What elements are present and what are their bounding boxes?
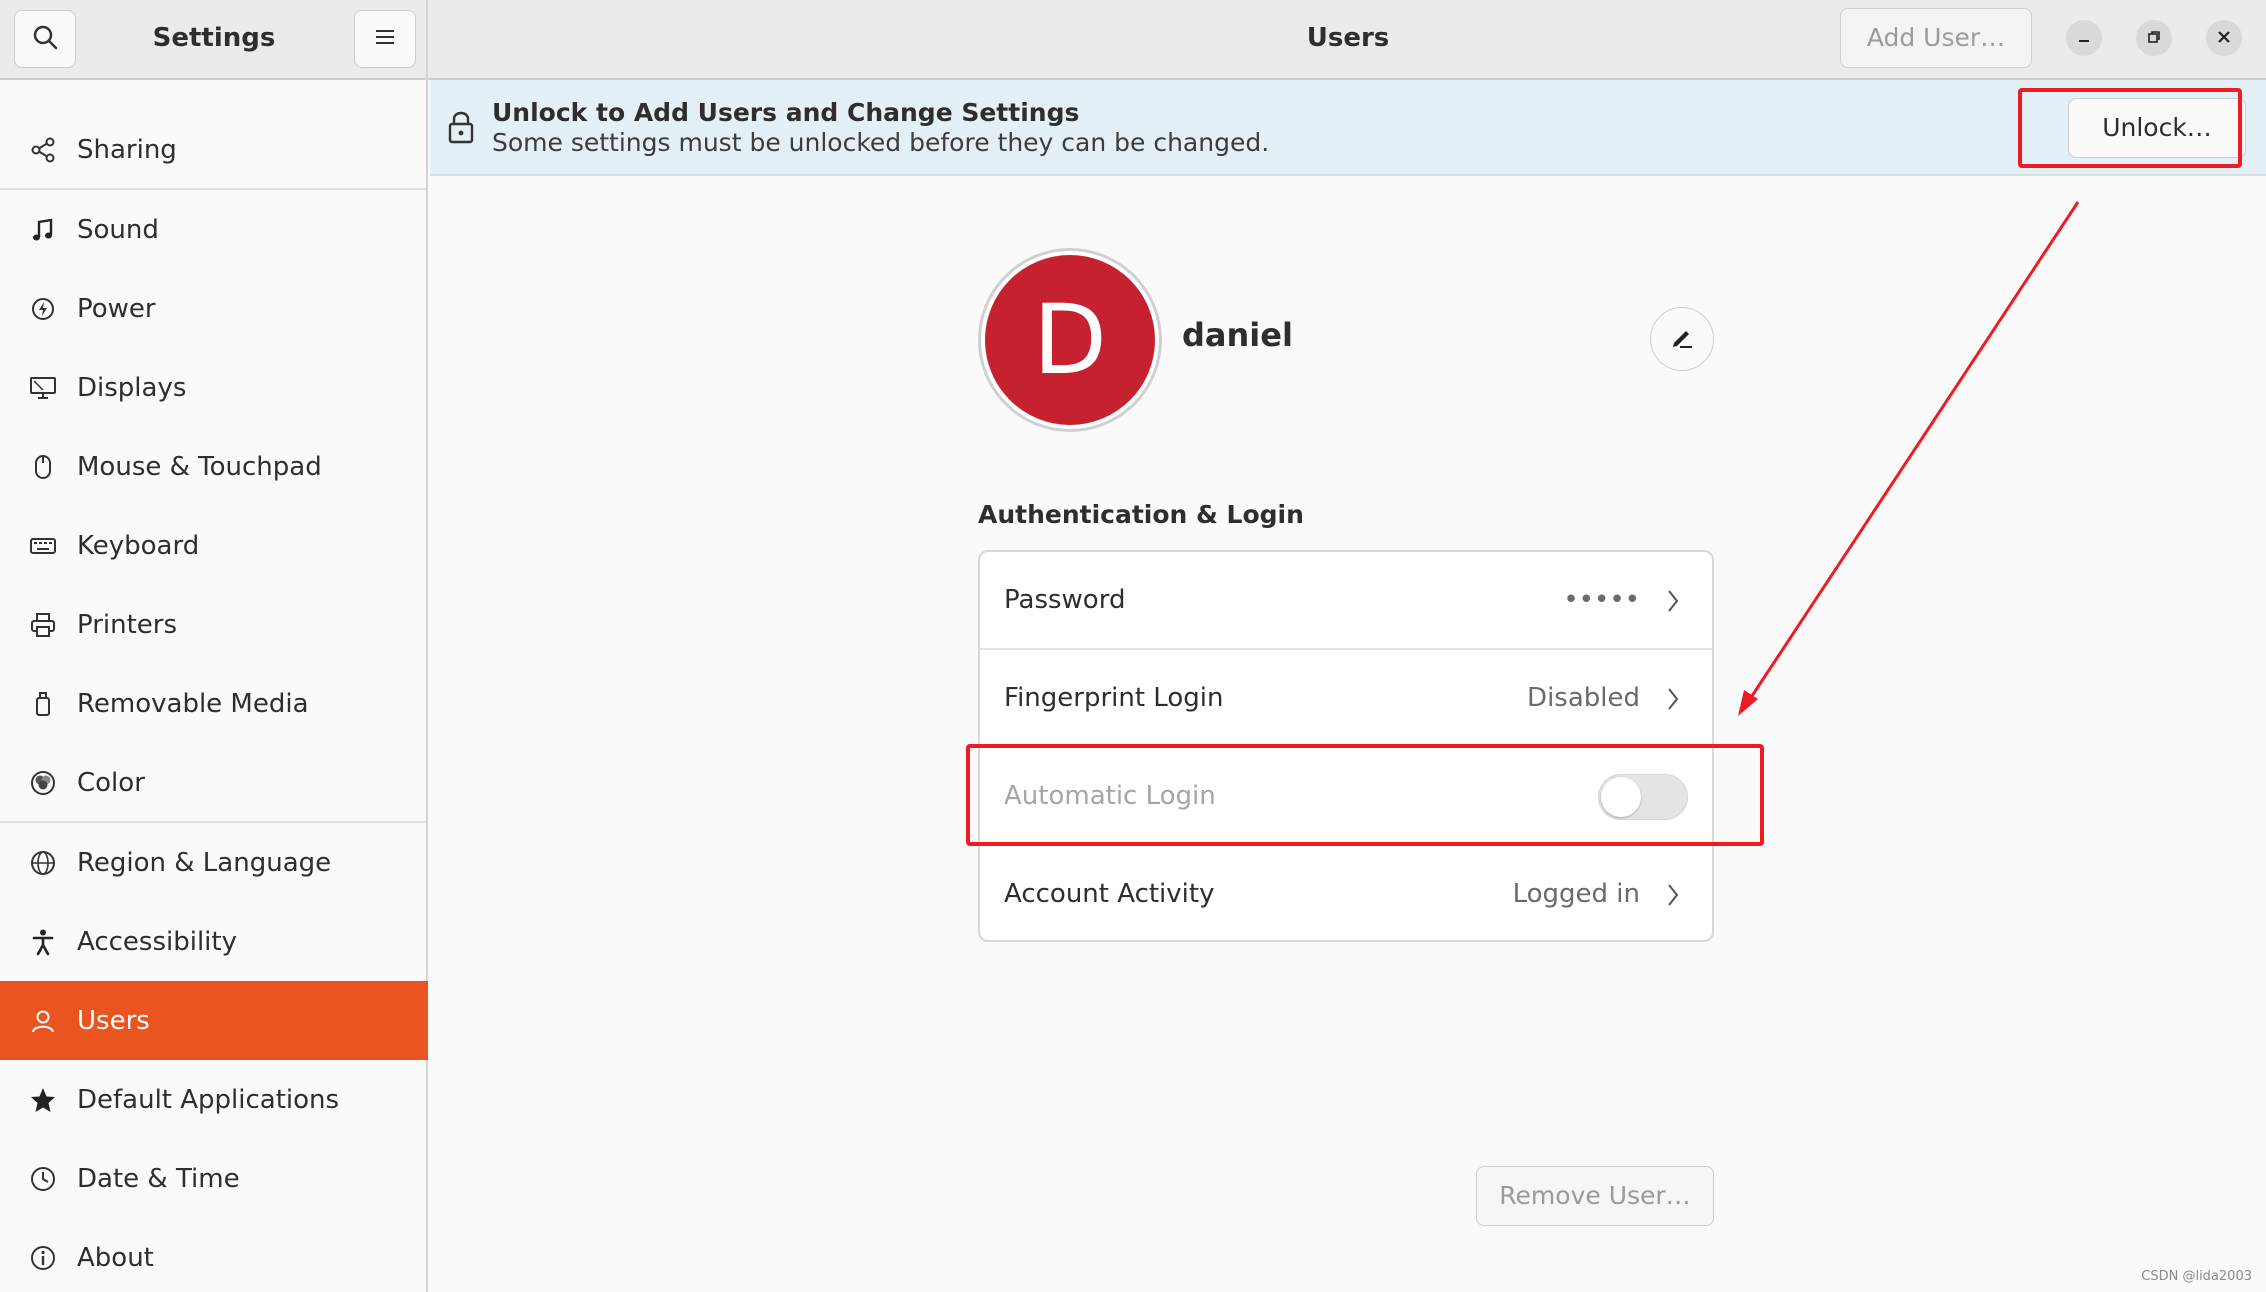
- sidebar-item-label: Mouse & Touchpad: [77, 451, 322, 482]
- restore-button[interactable]: [2136, 20, 2172, 56]
- watermark: CSDN @lida2003: [2141, 1269, 2252, 1284]
- minimize-icon: [2077, 29, 2091, 48]
- section-title: Authentication & Login: [978, 500, 1304, 529]
- share-icon: [26, 133, 60, 167]
- sidebar-item-sound[interactable]: Sound: [0, 190, 428, 269]
- sidebar-item-label: Accessibility: [77, 926, 237, 957]
- search-icon: [31, 23, 59, 55]
- sidebar-item-removable-media[interactable]: Removable Media: [0, 664, 428, 743]
- unlock-banner: Unlock to Add Users and Change Settings …: [430, 80, 2266, 176]
- lock-icon: [446, 108, 476, 148]
- account-activity-row[interactable]: Account Activity Logged in: [980, 846, 1712, 940]
- close-icon: [2217, 29, 2231, 48]
- minimize-button[interactable]: [2066, 20, 2102, 56]
- chevron-right-icon: [1666, 588, 1680, 614]
- sidebar-item-default-applications[interactable]: Default Applications: [0, 1060, 428, 1139]
- sidebar-item-label: About: [77, 1242, 154, 1273]
- sidebar-item-mouse-touchpad[interactable]: Mouse & Touchpad: [0, 427, 428, 506]
- display-icon: [26, 371, 60, 405]
- mouse-icon: [26, 450, 60, 484]
- sidebar-item-label: Users: [77, 1005, 150, 1036]
- globe-icon: [26, 846, 60, 880]
- sidebar-item-power[interactable]: Power: [0, 269, 428, 348]
- edit-pencil-icon: [1668, 323, 1696, 355]
- sidebar-item-label: Default Applications: [77, 1084, 340, 1115]
- chevron-right-icon: [1666, 686, 1680, 712]
- sidebar-item-label: Sharing: [77, 134, 177, 165]
- sidebar-item-label: Date & Time: [77, 1163, 240, 1194]
- sidebar-item-label: Keyboard: [77, 530, 200, 561]
- sidebar-item-color[interactable]: Color: [0, 743, 428, 822]
- keyboard-icon: [26, 529, 60, 563]
- sidebar-item-accessibility[interactable]: Accessibility: [0, 902, 428, 981]
- sidebar-item-label: Power: [77, 293, 156, 324]
- sidebar-item-label: Printers: [77, 609, 178, 640]
- sidebar-item-keyboard[interactable]: Keyboard: [0, 506, 428, 585]
- hamburger-menu-icon: [374, 27, 396, 51]
- row-label: Account Activity: [1004, 879, 1215, 909]
- sidebar-item-label: Region & Language: [77, 847, 332, 878]
- restore-icon: [2147, 29, 2161, 48]
- password-row[interactable]: Password •••••: [980, 552, 1712, 650]
- avatar-letter: D: [985, 255, 1155, 425]
- sidebar-item-displays[interactable]: Displays: [0, 348, 428, 427]
- users-panel: Unlock to Add Users and Change Settings …: [430, 80, 2266, 1292]
- star-icon: [26, 1083, 60, 1117]
- sidebar-header: Settings: [0, 0, 428, 80]
- row-value: Disabled: [1527, 683, 1640, 713]
- sidebar-item-label: Removable Media: [77, 688, 309, 719]
- sidebar: Sharing Sound Power Displays Mouse & Tou…: [0, 80, 428, 1292]
- info-icon: [26, 1241, 60, 1275]
- edit-name-button[interactable]: [1650, 307, 1714, 371]
- sidebar-item-region-language[interactable]: Region & Language: [0, 823, 428, 902]
- search-button[interactable]: [14, 10, 76, 68]
- avatar[interactable]: D: [978, 248, 1162, 432]
- sidebar-item-label: Displays: [77, 372, 187, 403]
- users-icon: [26, 1004, 60, 1038]
- row-label: Fingerprint Login: [1004, 683, 1224, 713]
- sidebar-item-date-time[interactable]: Date & Time: [0, 1139, 428, 1218]
- clock-icon: [26, 1162, 60, 1196]
- remove-user-button[interactable]: Remove User…: [1476, 1166, 1714, 1226]
- chevron-right-icon: [1666, 882, 1680, 908]
- sidebar-item-printers[interactable]: Printers: [0, 585, 428, 664]
- printer-icon: [26, 608, 60, 642]
- sidebar-item-about[interactable]: About: [0, 1218, 428, 1292]
- annotation-box-unlock: [2018, 88, 2242, 168]
- color-icon: [26, 766, 60, 800]
- menu-button[interactable]: [354, 10, 416, 68]
- power-icon: [26, 292, 60, 326]
- header-bar: Settings Users Add User…: [0, 0, 2266, 80]
- sidebar-item-label: Color: [77, 767, 145, 798]
- fingerprint-login-row[interactable]: Fingerprint Login Disabled: [980, 650, 1712, 748]
- accessibility-icon: [26, 925, 60, 959]
- add-user-button[interactable]: Add User…: [1840, 8, 2032, 68]
- row-value: •••••: [1563, 585, 1640, 615]
- close-button[interactable]: [2206, 20, 2242, 56]
- sidebar-item-label: Sound: [77, 214, 159, 245]
- annotation-box-automatic-login: [966, 744, 1764, 846]
- sidebar-item-users[interactable]: Users: [0, 981, 428, 1060]
- banner-title: Unlock to Add Users and Change Settings: [492, 98, 1080, 127]
- row-label: Password: [1004, 585, 1126, 615]
- row-value: Logged in: [1512, 879, 1640, 909]
- music-note-icon: [26, 213, 60, 247]
- user-name: daniel: [1182, 316, 1293, 354]
- removable-media-icon: [26, 687, 60, 721]
- banner-subtitle: Some settings must be unlocked before th…: [492, 128, 1270, 157]
- sidebar-item-sharing[interactable]: Sharing: [0, 110, 428, 189]
